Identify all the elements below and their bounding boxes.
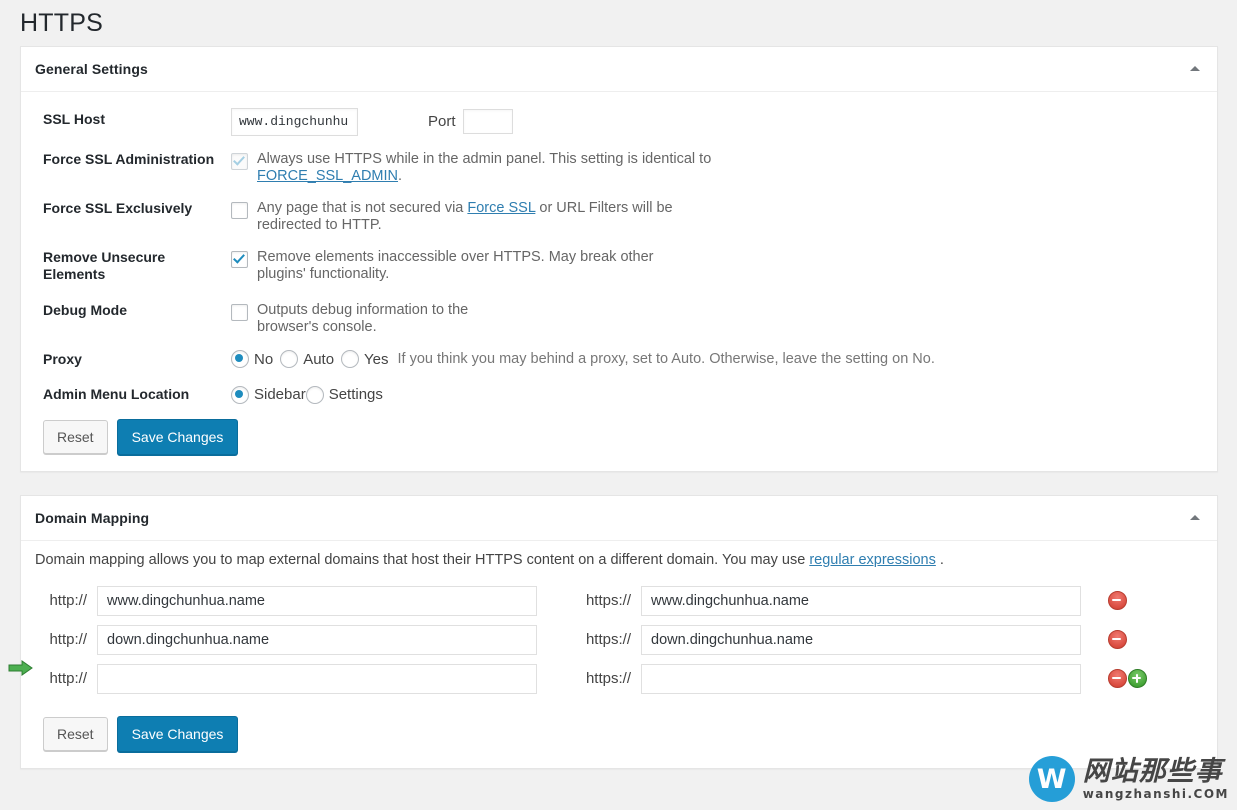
row-remove-unsecure-elements: Remove Unsecure Elements Remove elements… [35, 240, 1203, 293]
proxy-label: Proxy [43, 350, 82, 367]
proxy-option-auto-label: Auto [303, 350, 335, 368]
proxy-option-yes-label: Yes [364, 350, 389, 368]
site-watermark: W 网站那些事 wangzhanshi.COM [1028, 756, 1229, 802]
general-save-changes-button[interactable]: Save Changes [116, 418, 239, 455]
admin-menu-location-label: Admin Menu Location [43, 386, 190, 403]
proxy-radio-yes[interactable] [341, 350, 360, 369]
row-force-ssl-exclusively: Force SSL Exclusively Any page that is n… [35, 191, 1203, 240]
general-settings-buttons: Reset Save Changes [35, 413, 1203, 457]
watermark-logo-icon: W [1028, 756, 1075, 802]
http-prefix-label: http:// [49, 670, 87, 688]
domain-mapping-https-input[interactable] [641, 663, 1081, 694]
http-prefix-label: http:// [49, 631, 87, 649]
domain-mapping-description-before: Domain mapping allows you to map externa… [35, 551, 810, 568]
proxy-hint: If you think you may behind a proxy, set… [397, 351, 935, 368]
debug-mode-label: Debug Mode [43, 301, 127, 318]
domain-mapping-save-changes-button[interactable]: Save Changes [116, 715, 239, 752]
force-ssl-exclusively-checkbox[interactable] [231, 201, 248, 219]
remove-unsecure-elements-checkbox[interactable] [231, 250, 248, 268]
domain-mapping-http-input[interactable] [97, 624, 537, 655]
remove-row-icon[interactable] [1108, 669, 1127, 689]
general-settings-form: SSL Host Port Force SSL Administration [35, 102, 1203, 413]
admin-menu-option-settings-label: Settings [328, 386, 383, 404]
general-settings-panel: General Settings SSL Host Port [20, 45, 1218, 472]
watermark-name-en: wangzhanshi.COM [1082, 787, 1229, 801]
debug-mode-description: Outputs debug information to the browser… [257, 301, 469, 335]
remove-row-icon[interactable] [1108, 630, 1127, 650]
https-prefix-label: https:// [585, 670, 631, 688]
force-ssl-administration-text-before: Always use HTTPS while in the admin pane… [257, 150, 712, 167]
domain-mapping-description-after: . [935, 551, 944, 568]
page-title: HTTPS [20, 9, 103, 37]
ssl-host-label: SSL Host [43, 110, 105, 127]
watermark-name-cn: 网站那些事 [1082, 756, 1223, 787]
general-settings-header[interactable]: General Settings [21, 47, 1217, 92]
admin-menu-radio-settings[interactable] [305, 385, 324, 404]
row-ssl-host: SSL Host Port [35, 102, 1203, 142]
force-ssl-administration-description: Always use HTTPS while in the admin pane… [257, 151, 757, 185]
row-admin-menu-location: Admin Menu Location Sidebar Settings [35, 377, 1203, 413]
remove-unsecure-elements-description: Remove elements inaccessible over HTTPS.… [257, 248, 654, 282]
domain-mapping-https-input[interactable] [641, 624, 1081, 655]
row-force-ssl-administration: Force SSL Administration Always use HTTP… [35, 142, 1203, 191]
proxy-radio-no[interactable] [231, 350, 249, 369]
regular-expressions-link[interactable]: regular expressions [809, 552, 936, 568]
domain-mapping-header[interactable]: Domain Mapping [21, 496, 1217, 541]
domain-mapping-row: http:// https:// [35, 624, 1203, 655]
http-prefix-label: http:// [49, 592, 87, 610]
domain-mapping-https-input[interactable] [641, 585, 1081, 616]
row-debug-mode: Debug Mode Outputs debug information to … [35, 293, 1203, 342]
https-prefix-label: https:// [585, 592, 631, 610]
force-ssl-administration-checkbox[interactable] [231, 152, 248, 170]
force-ssl-administration-label: Force SSL Administration [43, 150, 215, 167]
domain-mapping-body: Domain mapping allows you to map externa… [21, 541, 1217, 768]
domain-mapping-row: http:// https:// [35, 585, 1203, 616]
force-ssl-exclusively-label: Force SSL Exclusively [43, 199, 193, 216]
row-proxy: Proxy No Auto Yes If you think you may b… [35, 342, 1203, 378]
triangle-up-icon[interactable] [1185, 508, 1205, 528]
add-row-icon[interactable] [1128, 669, 1147, 689]
force-ssl-exclusively-text-before: Any page that is not secured via [257, 199, 468, 216]
domain-mapping-row-actions [1108, 630, 1127, 650]
proxy-option-no-label: No [254, 350, 274, 368]
proxy-radio-auto[interactable] [280, 350, 299, 369]
force-ssl-exclusively-description: Any page that is not secured via Force S… [257, 200, 707, 234]
port-input[interactable] [462, 109, 513, 135]
force-ssl-admin-link[interactable]: FORCE_SSL_ADMIN [257, 168, 398, 184]
debug-mode-checkbox[interactable] [231, 303, 248, 321]
triangle-up-icon[interactable] [1185, 59, 1205, 79]
https-prefix-label: https:// [585, 631, 631, 649]
admin-menu-radio-sidebar[interactable] [231, 385, 249, 404]
domain-mapping-row: http:// https:// [35, 663, 1203, 694]
force-ssl-administration-text-after: . [398, 167, 403, 184]
domain-mapping-description: Domain mapping allows you to map externa… [35, 545, 1203, 586]
domain-mapping-row-actions [1108, 669, 1147, 689]
remove-row-icon[interactable] [1108, 591, 1127, 611]
general-settings-title: General Settings [35, 60, 148, 77]
domain-mapping-row-actions [1108, 591, 1127, 611]
general-settings-body: SSL Host Port Force SSL Administration [21, 92, 1217, 471]
domain-mapping-buttons: Reset Save Changes [35, 703, 1203, 754]
force-ssl-link[interactable]: Force SSL [467, 200, 535, 216]
port-label: Port [428, 112, 456, 130]
remove-unsecure-elements-label: Remove Unsecure Elements [43, 248, 166, 283]
domain-mapping-http-input[interactable] [97, 663, 537, 694]
general-reset-button[interactable]: Reset [43, 419, 108, 454]
ssl-host-input[interactable] [231, 107, 358, 136]
domain-mapping-panel: Domain Mapping Domain mapping allows you… [20, 494, 1218, 769]
admin-menu-option-sidebar-label: Sidebar [254, 386, 306, 404]
domain-mapping-title: Domain Mapping [35, 509, 150, 526]
domain-mapping-http-input[interactable] [97, 585, 537, 616]
domain-mapping-reset-button[interactable]: Reset [43, 716, 108, 751]
